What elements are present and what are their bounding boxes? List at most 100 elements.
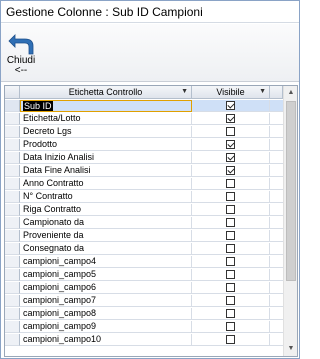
- scroll-down-icon[interactable]: ▼: [284, 342, 297, 356]
- row-indicator[interactable]: [5, 204, 20, 216]
- column-header-visibile[interactable]: Visibile ▼: [192, 86, 270, 99]
- columns-grid[interactable]: Etichetta Controllo ▼ Visibile ▼ Sub ID E…: [4, 85, 298, 357]
- visible-checkbox[interactable]: [226, 309, 235, 318]
- visible-checkbox[interactable]: [226, 140, 235, 149]
- filler-cell: [270, 100, 283, 112]
- row-indicator[interactable]: [5, 295, 20, 307]
- table-row[interactable]: N° Contratto: [5, 191, 283, 203]
- label-cell[interactable]: Decreto Lgs: [20, 126, 192, 138]
- table-row[interactable]: Prodotto: [5, 139, 283, 151]
- label-cell[interactable]: campioni_campo5: [20, 269, 192, 281]
- label-cell[interactable]: campioni_campo7: [20, 295, 192, 307]
- table-row[interactable]: campioni_campo8: [5, 308, 283, 320]
- table-row[interactable]: campioni_campo5: [5, 269, 283, 281]
- label-cell[interactable]: campioni_campo10: [20, 334, 192, 346]
- table-row[interactable]: Etichetta/Lotto: [5, 113, 283, 125]
- label-cell[interactable]: Data Fine Analisi: [20, 165, 192, 177]
- visible-checkbox[interactable]: [226, 114, 235, 123]
- filler-cell: [270, 321, 283, 333]
- table-row[interactable]: campioni_campo4: [5, 256, 283, 268]
- vertical-scrollbar[interactable]: ▲ ▼: [283, 86, 297, 356]
- row-indicator[interactable]: [5, 126, 20, 138]
- row-indicator[interactable]: [5, 256, 20, 268]
- filler-cell: [270, 308, 283, 320]
- table-row[interactable]: Consegnato da: [5, 243, 283, 255]
- visible-checkbox[interactable]: [226, 205, 235, 214]
- table-row[interactable]: campioni_campo10: [5, 334, 283, 346]
- visible-checkbox[interactable]: [226, 192, 235, 201]
- table-row[interactable]: Proveniente da: [5, 230, 283, 242]
- visible-checkbox[interactable]: [226, 270, 235, 279]
- row-indicator[interactable]: [5, 217, 20, 229]
- row-indicator[interactable]: [5, 334, 20, 346]
- visible-checkbox[interactable]: [226, 335, 235, 344]
- row-indicator[interactable]: [5, 230, 20, 242]
- visible-cell: [192, 334, 270, 346]
- label-cell[interactable]: campioni_campo9: [20, 321, 192, 333]
- label-cell[interactable]: Sub ID: [20, 100, 192, 112]
- row-indicator[interactable]: [5, 139, 20, 151]
- label-cell[interactable]: campioni_campo8: [20, 308, 192, 320]
- visible-checkbox[interactable]: [226, 218, 235, 227]
- visible-checkbox[interactable]: [226, 257, 235, 266]
- visible-cell: [192, 321, 270, 333]
- row-indicator[interactable]: [5, 178, 20, 190]
- table-row[interactable]: Campionato da: [5, 217, 283, 229]
- table-row[interactable]: campioni_campo6: [5, 282, 283, 294]
- label-cell[interactable]: Data Inizio Analisi: [20, 152, 192, 164]
- visible-checkbox[interactable]: [226, 166, 235, 175]
- table-row[interactable]: Anno Contratto: [5, 178, 283, 190]
- filler-cell: [270, 204, 283, 216]
- table-row[interactable]: Riga Contratto: [5, 204, 283, 216]
- label-text: campioni_campo7: [23, 295, 97, 305]
- row-indicator[interactable]: [5, 100, 20, 112]
- row-indicator[interactable]: [5, 282, 20, 294]
- label-cell[interactable]: Etichetta/Lotto: [20, 113, 192, 125]
- row-indicator[interactable]: [5, 191, 20, 203]
- label-cell[interactable]: campioni_campo6: [20, 282, 192, 294]
- table-row[interactable]: Data Fine Analisi: [5, 165, 283, 177]
- label-cell[interactable]: Campionato da: [20, 217, 192, 229]
- visible-cell: [192, 191, 270, 203]
- scroll-up-icon[interactable]: ▲: [284, 86, 297, 100]
- dropdown-icon[interactable]: ▼: [259, 86, 266, 98]
- label-cell[interactable]: Riga Contratto: [20, 204, 192, 216]
- row-indicator[interactable]: [5, 165, 20, 177]
- row-indicator[interactable]: [5, 243, 20, 255]
- label-cell[interactable]: Consegnato da: [20, 243, 192, 255]
- row-indicator[interactable]: [5, 113, 20, 125]
- filler-cell: [270, 139, 283, 151]
- back-arrow-icon: [8, 34, 34, 55]
- visible-checkbox[interactable]: [226, 179, 235, 188]
- column-header-etichetta-label: Etichetta Controllo: [68, 87, 143, 97]
- visible-checkbox[interactable]: [226, 283, 235, 292]
- row-indicator[interactable]: [5, 269, 20, 281]
- visible-cell: [192, 165, 270, 177]
- table-row[interactable]: campioni_campo7: [5, 295, 283, 307]
- close-button[interactable]: Chiudi <--: [4, 28, 38, 80]
- row-indicator[interactable]: [5, 152, 20, 164]
- scroll-thumb[interactable]: [286, 101, 296, 281]
- table-row[interactable]: Sub ID: [5, 100, 283, 112]
- label-cell[interactable]: Prodotto: [20, 139, 192, 151]
- visible-checkbox[interactable]: [226, 296, 235, 305]
- visible-checkbox[interactable]: [226, 127, 235, 136]
- label-cell[interactable]: Proveniente da: [20, 230, 192, 242]
- label-text: Anno Contratto: [23, 178, 84, 188]
- visible-checkbox[interactable]: [226, 322, 235, 331]
- visible-checkbox[interactable]: [226, 244, 235, 253]
- table-row[interactable]: Data Inizio Analisi: [5, 152, 283, 164]
- row-indicator[interactable]: [5, 321, 20, 333]
- filler-cell: [270, 217, 283, 229]
- visible-checkbox[interactable]: [226, 101, 235, 110]
- label-cell[interactable]: N° Contratto: [20, 191, 192, 203]
- column-header-etichetta[interactable]: Etichetta Controllo ▼: [20, 86, 192, 99]
- visible-checkbox[interactable]: [226, 231, 235, 240]
- dropdown-icon[interactable]: ▼: [181, 86, 188, 98]
- label-cell[interactable]: campioni_campo4: [20, 256, 192, 268]
- label-cell[interactable]: Anno Contratto: [20, 178, 192, 190]
- table-row[interactable]: campioni_campo9: [5, 321, 283, 333]
- row-indicator[interactable]: [5, 308, 20, 320]
- visible-checkbox[interactable]: [226, 153, 235, 162]
- table-row[interactable]: Decreto Lgs: [5, 126, 283, 138]
